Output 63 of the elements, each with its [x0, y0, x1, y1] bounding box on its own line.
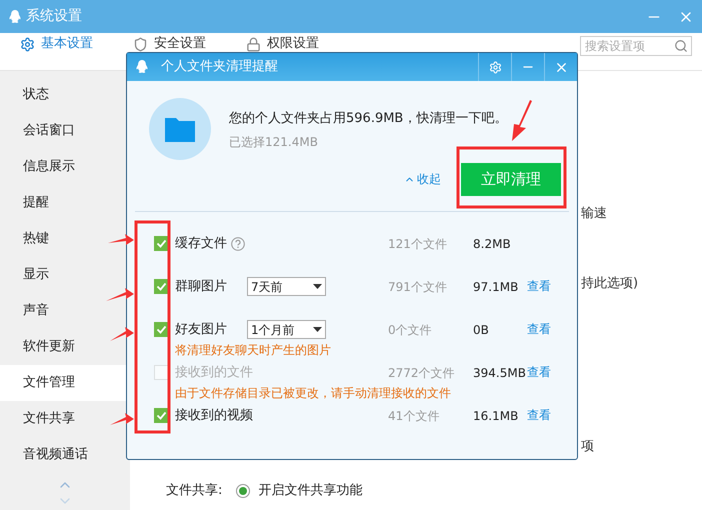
- window-title: 系统设置: [26, 7, 82, 26]
- pointer-arrow: [110, 327, 134, 341]
- file-size: 394.5MB: [473, 364, 527, 382]
- pointer-arrow: [110, 413, 134, 425]
- radio-label: 开启文件共享功能: [258, 482, 362, 500]
- penguin-logo-icon: [8, 8, 22, 24]
- setting-text: 持此选项): [581, 275, 638, 293]
- lock-icon: [246, 36, 261, 52]
- sidebar-item[interactable]: 信息展示: [0, 149, 130, 185]
- item-label: 缓存文件: [175, 234, 227, 253]
- checkbox[interactable]: [154, 408, 169, 423]
- settings-tab[interactable]: 权限设置: [246, 36, 319, 52]
- pointer-arrow: [106, 288, 134, 301]
- file-count: 2772个文件: [388, 364, 456, 382]
- sidebar-item[interactable]: 热键: [0, 221, 130, 257]
- setting-text: 输速: [581, 205, 607, 223]
- file-size: 16.1MB: [473, 408, 520, 424]
- caret-icon: [313, 327, 322, 332]
- sidebar-item[interactable]: 软件更新: [0, 329, 130, 365]
- sidebar-item[interactable]: 声音: [0, 293, 130, 329]
- sidebar-item[interactable]: 会话窗口: [0, 113, 130, 149]
- file-count: 0个文件: [388, 322, 433, 338]
- folder-icon: [165, 116, 195, 142]
- checkbox[interactable]: [154, 279, 169, 294]
- period-dropdown[interactable]: 1个月前: [247, 320, 326, 339]
- item-label: 接收到的视频: [175, 406, 253, 425]
- file-size: 8.2MB: [473, 236, 512, 252]
- field-label: 文件共享:: [166, 482, 222, 500]
- item-label: 群聊图片: [175, 278, 227, 296]
- penguin-logo-icon: [135, 59, 149, 75]
- collapse-link[interactable]: 收起: [404, 170, 441, 188]
- radio-button[interactable]: [236, 484, 250, 498]
- dialog-title: 个人文件夹清理提醒: [161, 58, 278, 76]
- item-label: 接收到的文件: [175, 364, 253, 382]
- file-count: 121个文件: [388, 236, 448, 252]
- setting-text: 项: [581, 438, 594, 456]
- pointer-arrow: [108, 234, 134, 245]
- caret-icon: [313, 284, 322, 289]
- search-icon: [674, 39, 688, 53]
- sidebar-item[interactable]: 显示: [0, 257, 130, 293]
- search-field[interactable]: 搜索设置项: [580, 36, 692, 56]
- checkbox[interactable]: [154, 236, 169, 251]
- usage-message: 您的个人文件夹占用596.9MB，快清理一下吧。: [229, 110, 508, 128]
- sidebar-item[interactable]: 音视频通话: [0, 437, 130, 473]
- checkbox[interactable]: [154, 322, 169, 337]
- sidebar-item[interactable]: 状态: [0, 77, 130, 113]
- help-icon[interactable]: [231, 236, 245, 250]
- hint-text: 将清理好友聊天时产生的图片: [174, 342, 332, 359]
- sidebar-item[interactable]: 文件共享: [0, 401, 130, 437]
- item-label: 好友图片: [175, 320, 227, 339]
- file-size: 97.1MB: [473, 278, 520, 296]
- file-count: 41个文件: [388, 408, 440, 424]
- file-count: 791个文件: [388, 278, 448, 296]
- settings-tab[interactable]: 基本设置: [20, 36, 93, 52]
- hint-text: 由于文件存储目录已被更改，请手动清理接收的文件: [174, 385, 452, 402]
- selected-size: 已选择121.4MB: [229, 134, 319, 150]
- shield-icon: [133, 36, 148, 52]
- file-size: 0B: [473, 322, 490, 338]
- period-dropdown[interactable]: 7天前: [247, 277, 326, 296]
- sidebar-item[interactable]: 提醒: [0, 185, 130, 221]
- gear-icon: [20, 36, 35, 52]
- settings-tab[interactable]: 安全设置: [133, 36, 206, 52]
- pointer-arrow: [512, 100, 532, 141]
